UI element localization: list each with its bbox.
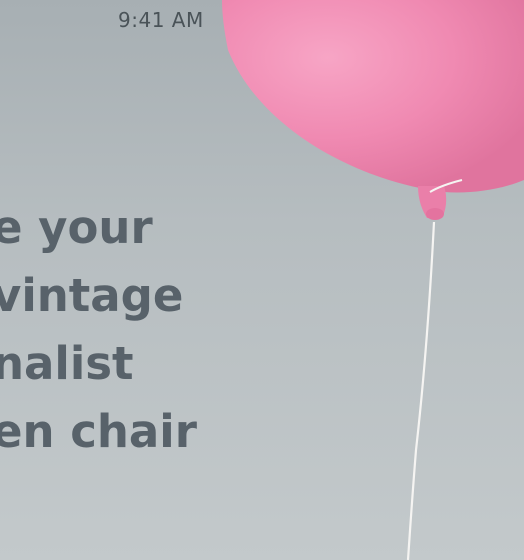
balloon-body: [222, 0, 524, 193]
balloon-image: [222, 0, 524, 560]
balloon-knot-tip: [426, 208, 444, 220]
screen: 9:41 AM e your vintage nalist en chair: [0, 0, 524, 560]
balloon-string: [406, 221, 436, 560]
